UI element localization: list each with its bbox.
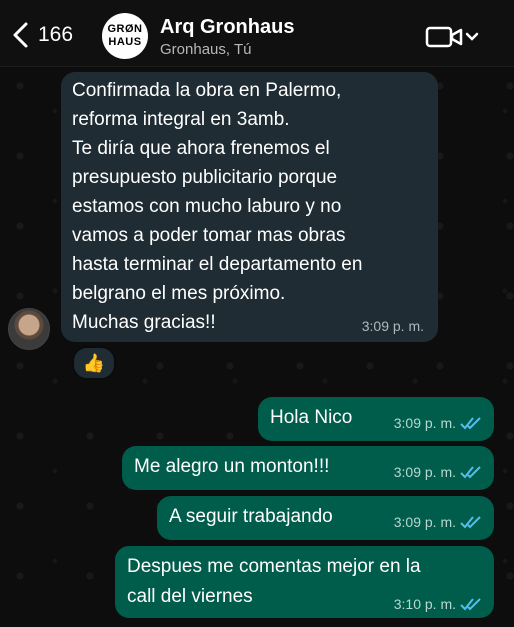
thumbs-up-reaction[interactable]: 👍: [72, 346, 116, 380]
message-line: reforma integral en 3amb.: [72, 109, 290, 130]
group-avatar[interactable]: GRØN HAUS: [102, 13, 148, 59]
message-timestamp: 3:09 p. m.: [393, 415, 456, 431]
message-line: vamos a poder tomar mas obras: [72, 225, 346, 246]
avatar-line-2: HAUS: [108, 36, 142, 48]
message-line: hasta terminar el departamento en: [72, 254, 363, 275]
unread-count[interactable]: 166: [38, 23, 73, 47]
message-line: Muchas gracias!!: [72, 312, 216, 333]
message-line: presupuesto publicitario porque: [72, 167, 338, 188]
outgoing-message-bubble[interactable]: Despues me comentas mejor en la call del…: [115, 546, 494, 618]
double-check-icon: [460, 598, 481, 611]
message-line: Te diría que ahora frenemos el: [72, 138, 330, 159]
incoming-message-bubble[interactable]: Confirmada la obra en Palermo, reforma i…: [61, 72, 438, 342]
sender-avatar[interactable]: [8, 308, 50, 350]
avatar-line-1: GRØN: [107, 23, 143, 35]
message-line: Confirmada la obra en Palermo,: [72, 80, 342, 101]
video-call-icon[interactable]: [425, 25, 483, 49]
back-chevron-icon[interactable]: [8, 20, 34, 50]
message-line: estamos con mucho laburo y no: [72, 196, 342, 217]
double-check-icon: [460, 417, 481, 430]
double-check-icon: [460, 466, 481, 479]
outgoing-message-bubble[interactable]: Hola Nico 3:09 p. m.: [258, 397, 494, 441]
double-check-icon: [460, 516, 481, 529]
message-text: Hola Nico: [270, 407, 353, 428]
message-timestamp: 3:09 p. m.: [393, 464, 456, 480]
message-timestamp: 3:09 p. m.: [361, 318, 424, 334]
outgoing-message-bubble[interactable]: A seguir trabajando 3:09 p. m.: [157, 496, 494, 540]
outgoing-message-bubble[interactable]: Me alegro un monton!!! 3:09 p. m.: [122, 446, 494, 490]
chat-participants[interactable]: Gronhaus, Tú: [160, 41, 251, 58]
message-text: Me alegro un monton!!!: [134, 456, 330, 477]
message-line: call del viernes: [127, 586, 253, 607]
message-line: Despues me comentas mejor en la: [127, 556, 421, 577]
chat-title[interactable]: Arq Gronhaus: [160, 16, 294, 39]
chevron-down-icon: [465, 32, 479, 41]
message-line: belgrano el mes próximo.: [72, 283, 286, 304]
message-text: A seguir trabajando: [169, 506, 333, 527]
message-timestamp: 3:09 p. m.: [393, 514, 456, 530]
message-timestamp: 3:10 p. m.: [393, 596, 456, 612]
chat-header: 166 GRØN HAUS Arq Gronhaus Gronhaus, Tú: [0, 0, 514, 67]
